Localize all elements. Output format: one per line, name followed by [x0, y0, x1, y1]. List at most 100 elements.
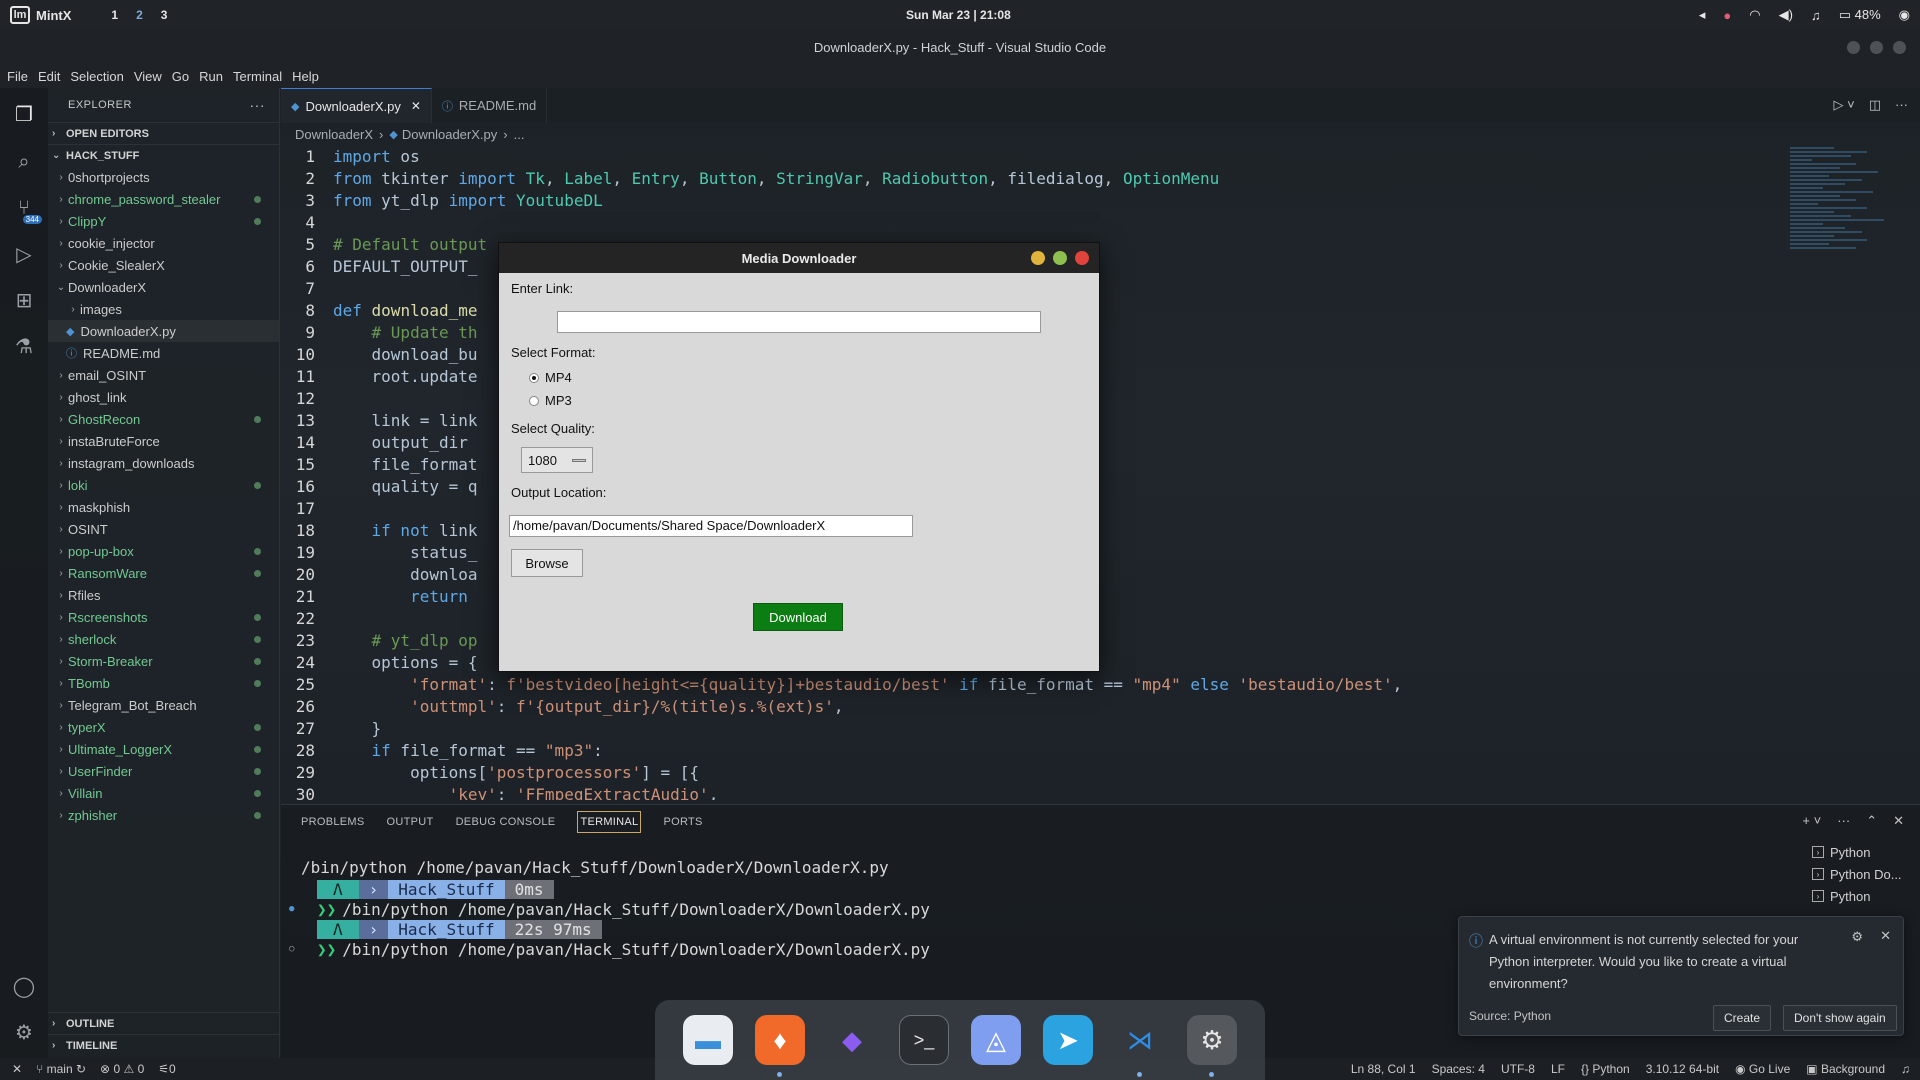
location-pin-icon[interactable]: ● [1723, 8, 1731, 23]
menu-run[interactable]: Run [199, 69, 223, 84]
line-endings[interactable]: LF [1551, 1062, 1565, 1076]
tree-item[interactable]: › instaBruteForce [48, 430, 279, 452]
tab-downloaderx-py[interactable]: ◆ DownloaderX.py ✕ [281, 88, 432, 123]
workspace-1[interactable]: 1 [111, 8, 118, 22]
indentation[interactable]: Spaces: 4 [1432, 1062, 1485, 1076]
menu-go[interactable]: Go [172, 69, 189, 84]
tab-terminal[interactable]: TERMINAL [577, 811, 642, 833]
format-mp4-radio[interactable]: MP4 [529, 370, 572, 385]
terminal-instance[interactable]: › Python [1800, 841, 1920, 863]
gear-icon[interactable]: ⚙ [1851, 929, 1863, 945]
close-icon[interactable]: ✕ [1880, 928, 1891, 944]
breadcrumb-symbol[interactable]: ... [514, 127, 525, 142]
minimize-button[interactable] [1031, 251, 1045, 265]
format-mp3-radio[interactable]: MP3 [529, 393, 572, 408]
tree-item[interactable]: › loki [48, 474, 279, 496]
maximize-button[interactable] [1053, 251, 1067, 265]
tree-item[interactable]: › Rscreenshots [48, 606, 279, 628]
tree-item[interactable]: › TBomb [48, 672, 279, 694]
volume-icon[interactable]: ◀) [1779, 7, 1793, 23]
run-debug-icon[interactable]: ▷ [10, 240, 38, 268]
close-button[interactable] [1075, 251, 1089, 265]
tree-item[interactable]: › email_OSINT [48, 364, 279, 386]
tab-problems[interactable]: PROBLEMS [301, 816, 365, 828]
tree-item[interactable]: › Villain [48, 782, 279, 804]
telegram-icon[interactable]: ➤ [1043, 1015, 1093, 1065]
terminal-output[interactable]: /bin/python /home/pavan/Hack_Stuff/Downl… [289, 857, 930, 959]
close-panel-icon[interactable]: ✕ [1893, 813, 1904, 829]
tree-item[interactable]: › maskphish [48, 496, 279, 518]
tab-debug-console[interactable]: DEBUG CONSOLE [456, 816, 556, 828]
run-python-icon[interactable]: ▷ ˅ [1834, 97, 1855, 113]
create-button[interactable]: Create [1713, 1005, 1772, 1031]
language-mode[interactable]: {} Python [1581, 1062, 1630, 1076]
tree-item[interactable]: › Telegram_Bot_Breach [48, 694, 279, 716]
download-button[interactable]: Download [753, 603, 843, 631]
more-actions-icon[interactable]: ··· [1895, 97, 1908, 113]
split-editor-icon[interactable]: ◫ [1869, 97, 1881, 113]
tree-item[interactable]: › Cookie_SlealerX [48, 254, 279, 276]
terminal-instance[interactable]: › Python Do... [1800, 863, 1920, 885]
workspace-root-section[interactable]: ⌄ HACK_STUFF [48, 144, 279, 166]
minimize-button[interactable] [1847, 40, 1860, 54]
quality-option-menu[interactable]: 1080 [521, 447, 593, 473]
tree-item[interactable]: › ClippY [48, 210, 279, 232]
vscode-icon[interactable]: ⋊ [1115, 1015, 1165, 1077]
tree-item[interactable]: › images [48, 298, 279, 320]
tree-item[interactable]: › cookie_injector [48, 232, 279, 254]
outline-section[interactable]: › OUTLINE [48, 1012, 279, 1034]
python-interpreter[interactable]: 3.10.12 64-bit [1646, 1062, 1719, 1076]
tree-item[interactable]: ⓘ README.md [48, 342, 279, 364]
tree-item[interactable]: ⌄ DownloaderX [48, 276, 279, 298]
terminal-instance[interactable]: › Python [1800, 885, 1920, 907]
tree-item[interactable]: › ghost_link [48, 386, 279, 408]
tree-item[interactable]: › sherlock [48, 628, 279, 650]
files-icon[interactable]: ▬ [683, 1015, 733, 1065]
tree-item[interactable]: › chrome_password_stealer [48, 188, 279, 210]
dialog-titlebar[interactable]: Media Downloader [499, 243, 1099, 273]
tree-item[interactable]: › Storm-Breaker [48, 650, 279, 672]
more-actions-icon[interactable]: ··· [250, 97, 266, 113]
tree-item[interactable]: › OSINT [48, 518, 279, 540]
cursor-position[interactable]: Ln 88, Col 1 [1351, 1062, 1416, 1076]
account-icon[interactable]: ◯ [10, 972, 38, 1000]
close-button[interactable] [1893, 40, 1906, 54]
brave-icon[interactable]: ♦ [755, 1015, 805, 1077]
more-actions-icon[interactable]: ··· [1837, 813, 1850, 829]
problems-indicator[interactable]: ⊗ 0 ⚠ 0 [100, 1062, 144, 1076]
menu-edit[interactable]: Edit [38, 69, 60, 84]
clock[interactable]: Sun Mar 23 | 21:08 [906, 8, 1011, 22]
open-editors-section[interactable]: › OPEN EDITORS [48, 122, 279, 144]
extensions-icon[interactable]: ⊞ [10, 286, 38, 314]
menu-selection[interactable]: Selection [70, 69, 123, 84]
new-terminal-icon[interactable]: + ˅ [1802, 813, 1821, 829]
workspace-3[interactable]: 3 [161, 8, 168, 22]
chevron-left-icon[interactable]: ◂ [1699, 7, 1706, 23]
tree-item[interactable]: › instagram_downloads [48, 452, 279, 474]
output-location-input[interactable]: /home/pavan/Documents/Shared Space/Downl… [509, 515, 913, 537]
user-icon[interactable]: ◉ [1899, 7, 1910, 23]
notifications-bell-icon[interactable]: ♫ [1901, 1062, 1910, 1076]
bell-icon[interactable]: ♫ [1811, 8, 1821, 23]
tree-item[interactable]: › GhostRecon [48, 408, 279, 430]
terminal-icon[interactable]: >_ [899, 1015, 949, 1065]
menu-terminal[interactable]: Terminal [233, 69, 282, 84]
battery-indicator[interactable]: ▭ 48% [1839, 7, 1881, 23]
search-icon[interactable]: ⌕ [10, 148, 38, 176]
obsidian-icon[interactable]: ◆ [827, 1015, 877, 1065]
background-indicator[interactable]: ▣ Background [1806, 1062, 1885, 1076]
menu-help[interactable]: Help [292, 69, 319, 84]
tab-output[interactable]: OUTPUT [387, 816, 434, 828]
manage-gear-icon[interactable]: ⚙ [10, 1018, 38, 1046]
encoding[interactable]: UTF-8 [1501, 1062, 1535, 1076]
browse-button[interactable]: Browse [511, 549, 583, 577]
tree-item[interactable]: › 0shortprojects [48, 166, 279, 188]
close-tab-icon[interactable]: ✕ [411, 99, 421, 113]
distro-menu[interactable]: lm MintX [10, 6, 71, 24]
maximize-panel-icon[interactable]: ⌃ [1866, 813, 1877, 829]
maximize-button[interactable] [1870, 40, 1883, 54]
branch-indicator[interactable]: ⑂ main ↻ [36, 1062, 86, 1076]
breadcrumb-file[interactable]: DownloaderX.py [402, 127, 497, 142]
tree-item[interactable]: › UserFinder [48, 760, 279, 782]
tree-item[interactable]: › Ultimate_LoggerX [48, 738, 279, 760]
